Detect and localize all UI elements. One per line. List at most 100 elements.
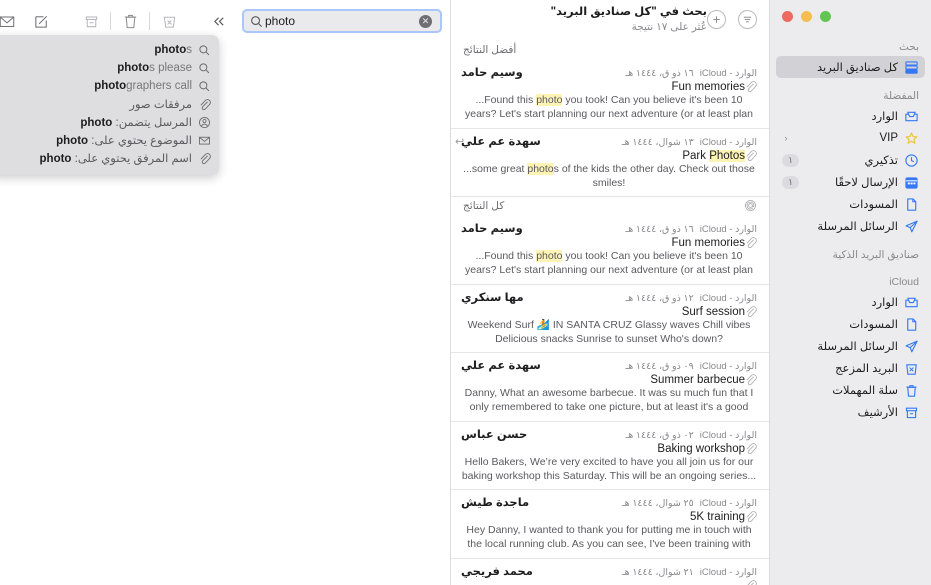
sidebar-item-label: الرسائل المرسلة [817, 341, 898, 353]
message-sender: ماجدة طيش [461, 497, 530, 509]
junk-icon [904, 361, 919, 376]
message-date: ١٢ ذو ق، ١٤٤٤ هـ [625, 293, 694, 304]
result-section-header: أفضل النتائج [451, 42, 769, 60]
sidebar-item-inbox-fav[interactable]: الوارد [776, 105, 925, 127]
sidebar-item-trash-icloud[interactable]: سلة المهملات [776, 379, 925, 401]
toolbar-divider [149, 12, 150, 30]
sidebar-item-sent-icloud[interactable]: الرسائل المرسلة [776, 335, 925, 357]
message-row[interactable]: الوارد - iCloud ١٢ ذو ق، ١٤٤٤ هـ مها سنكري… [451, 285, 769, 353]
search-suggestion-item[interactable]: photographers call [0, 77, 219, 95]
message-list-body[interactable]: أفضل النتائج الوارد - iCloud ١٦ ذو ق، ١٤٤٤… [451, 42, 769, 585]
search-input[interactable]: ✕ photo [242, 9, 442, 33]
message-preview: ...Found this photo you took! Can you be… [464, 250, 753, 278]
sidebar-item-label: الرسائل المرسلة [817, 221, 898, 233]
sidebar-item-archive-icloud[interactable]: الأرشيف [776, 401, 925, 423]
minimize-window-button[interactable] [801, 11, 812, 22]
sidebar-section-title: iCloud [889, 276, 919, 288]
sidebar-item-junk-icloud[interactable]: البريد المزعج [776, 357, 925, 379]
result-section-label: أفضل النتائج [463, 44, 517, 56]
search-suggestion-item[interactable]: photos [0, 41, 219, 59]
message-list-header: بحث في "كل صناديق البريد" عُثر على ١٧ نت… [451, 0, 769, 42]
delete-button[interactable] [113, 8, 147, 34]
message-sender: سهدة عم علي [461, 360, 541, 372]
sidebar-item-remind-me[interactable]: تذكيري ١ [776, 149, 925, 171]
paperclip-icon [745, 305, 757, 318]
paperclip-icon [198, 152, 211, 165]
message-row[interactable]: الوارد - iCloud ٠٩ ذو ق، ١٤٤٤ هـ سهدة عم ع… [451, 353, 769, 422]
message-date: ٠٢ ذو ق، ١٤٤٤ هـ [625, 430, 694, 441]
sidebar-sections: بحث كل صناديق البريد المفضلة الوارد VIP ‹ تذ… [770, 4, 931, 432]
filter-lines-icon[interactable] [738, 10, 757, 29]
paperclip-icon [745, 80, 757, 93]
message-date: ٢٥ شوال، ١٤٤٤ هـ [621, 498, 694, 509]
paperclip-icon [745, 510, 757, 523]
search-suggestion-item[interactable]: photos please [0, 59, 219, 77]
message-mailbox: الوارد - iCloud [699, 224, 757, 235]
message-subject: Surf session [681, 305, 745, 318]
sidebar-item-send-later[interactable]: الإرسال لاحقًا ١ [776, 171, 925, 193]
message-preview: Weekend Surf 🏄 IN SANTA CRUZ Glassy wave… [467, 319, 751, 345]
message-mailbox: الوارد - iCloud [699, 361, 757, 372]
sidebar-item-label: المسودات [849, 199, 898, 211]
envelope-icon [198, 134, 211, 147]
sidebar-section-gap [770, 237, 931, 246]
mailbox-sidebar: بحث كل صناديق البريد المفضلة الوارد VIP ‹ تذ… [770, 0, 931, 585]
calendar-icon [904, 175, 919, 190]
message-preview: ...Found this photo you took! Can you be… [464, 94, 753, 122]
search-suggestions-popover[interactable]: photos photos please photographers call م… [0, 35, 219, 175]
sidebar-item-drafts-fav[interactable]: المسودات [776, 193, 925, 215]
zoom-window-button[interactable] [820, 11, 831, 22]
all-mailboxes-icon [904, 60, 919, 75]
mail-button[interactable] [0, 8, 24, 34]
message-preview: Hello Bakers, We’re very excited to have… [461, 456, 757, 482]
draft-icon [904, 197, 919, 212]
close-window-button[interactable] [782, 11, 793, 22]
search-suggestion-label: photos [154, 44, 192, 56]
sidebar-item-sent-fav[interactable]: الرسائل المرسلة [776, 215, 925, 237]
search-suggestion-item[interactable]: المرسل يتضمن: photo [0, 113, 219, 131]
message-sender: حسن عباس [461, 429, 528, 441]
message-row[interactable]: الوارد - iCloud ٢٥ شوال، ١٤٤٤ هـ ماجدة طيش… [451, 490, 769, 559]
message-sender: وسيم حامد [461, 223, 523, 235]
paperclip-icon [745, 149, 757, 162]
collapse-sidebar-button[interactable] [202, 8, 236, 34]
person-icon [198, 116, 211, 129]
chevron-left-icon[interactable]: ‹ [782, 133, 790, 143]
sidebar-item-vip[interactable]: VIP ‹ [776, 127, 925, 149]
unread-badge: ١ [782, 153, 799, 167]
message-row[interactable]: ↩ الوارد - iCloud ١٣ شوال، ١٤٤٤ هـ سهدة عم … [451, 129, 769, 197]
search-suggestion-label: مرفقات صور [129, 99, 192, 111]
paperclip-icon [745, 579, 757, 585]
draft-icon [904, 317, 919, 332]
archive-icon [904, 405, 919, 420]
message-row[interactable]: الوارد - iCloud ٠٢ ذو ق، ١٤٤٤ هـ حسن عباس B… [451, 422, 769, 490]
junk-button[interactable] [152, 8, 186, 34]
search-icon [198, 62, 211, 75]
compose-button[interactable] [24, 8, 58, 34]
inbox-icon [904, 295, 919, 310]
mail-window: بحث كل صناديق البريد المفضلة الوارد VIP ‹ تذ… [0, 0, 931, 585]
message-subject: Fun memories [671, 236, 746, 249]
sidebar-item-label: تذكيري [864, 155, 898, 167]
message-row[interactable]: الوارد - iCloud ١٦ ذو ق، ١٤٤٤ هـ وسيم حامد… [451, 60, 769, 129]
message-sender: سهدة عم علي [461, 136, 541, 148]
plus-icon[interactable] [707, 10, 726, 29]
search-suggestion-item[interactable]: اسم المرفق يحتوي على: photo [0, 149, 219, 167]
message-preview: ...some great photos of the kids the oth… [463, 163, 755, 189]
toolbar-divider [110, 12, 111, 30]
sidebar-item-drafts-icloud[interactable]: المسودات [776, 313, 925, 335]
sidebar-item-inbox-icloud[interactable]: الوارد [776, 291, 925, 313]
clear-search-icon[interactable]: ✕ [419, 14, 432, 28]
search-suggestion-item[interactable]: مرفقات صور [0, 95, 219, 113]
sidebar-section-gap [770, 423, 931, 432]
sidebar-item-label: سلة المهملات [832, 385, 898, 397]
message-row[interactable]: الوارد - iCloud ٢١ شوال، ١٤٤٤ هـ محمد فريج… [451, 559, 769, 585]
sidebar-item-all-mailboxes[interactable]: كل صناديق البريد [776, 56, 925, 78]
search-icon [198, 80, 211, 93]
message-row[interactable]: الوارد - iCloud ١٦ ذو ق، ١٤٤٤ هـ وسيم حامد… [451, 216, 769, 285]
message-view-pane: ✕ photo photos photos please photographe… [0, 0, 450, 585]
search-suggestion-item[interactable]: الموضوع يحتوي على: photo [0, 131, 219, 149]
replied-arrow-icon: ↩ [455, 136, 465, 148]
archive-button[interactable] [74, 8, 108, 34]
search-suggestion-label: photographers call [94, 80, 192, 92]
